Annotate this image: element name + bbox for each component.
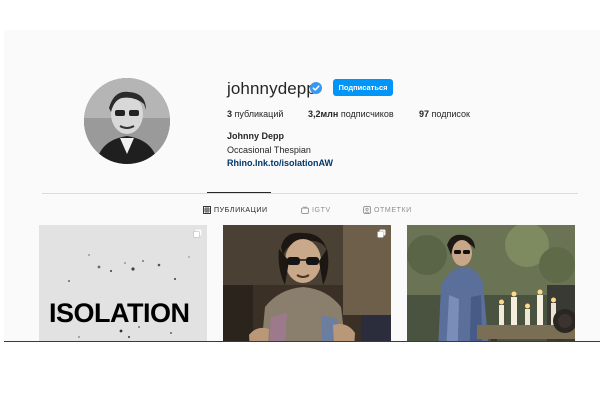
carousel-icon xyxy=(193,229,202,238)
follow-button[interactable]: Подписаться xyxy=(333,79,393,96)
igtv-icon xyxy=(301,206,309,214)
tab-tagged-label: ОТМЕТКИ xyxy=(374,206,412,214)
tab-igtv[interactable]: IGTV xyxy=(301,206,331,214)
full-name: Johnny Depp xyxy=(227,131,285,141)
tab-posts-label: ПУБЛИКАЦИИ xyxy=(214,206,268,214)
post-image xyxy=(407,225,575,341)
post-thumbnail[interactable] xyxy=(223,225,391,341)
profile-link[interactable]: Rhino.lnk.to/isolationAW xyxy=(227,158,333,168)
stat-followers-label: подписчиков xyxy=(340,109,394,119)
tab-tagged[interactable]: ОТМЕТКИ xyxy=(363,206,412,214)
tab-posts[interactable]: ПУБЛИКАЦИИ xyxy=(203,206,268,214)
post-thumbnail[interactable] xyxy=(407,225,575,341)
bio: Occasional Thespian xyxy=(227,145,311,155)
grid-icon xyxy=(203,206,211,214)
page: johnnydepp Подписаться 3 публикаций 3,2м… xyxy=(0,0,600,400)
stat-following-label: подписок xyxy=(431,109,470,119)
tag-icon xyxy=(363,206,371,214)
post-image xyxy=(223,225,391,341)
stat-posts-label: публикаций xyxy=(234,109,284,119)
stat-followers-value: 3,2млн xyxy=(308,109,339,119)
profile-tabs: ПУБЛИКАЦИИ IGTV ОТМЕТКИ xyxy=(4,206,600,218)
stat-posts-value: 3 xyxy=(227,109,233,119)
stat-following-value: 97 xyxy=(419,109,430,119)
active-tab-indicator xyxy=(207,192,271,193)
stat-posts[interactable]: 3 публикаций xyxy=(227,109,283,119)
stat-following[interactable]: 97 подписок xyxy=(419,109,470,119)
post-thumbnail[interactable]: ISOLATION xyxy=(39,225,207,341)
stat-followers[interactable]: 3,2млн подписчиков xyxy=(308,109,394,119)
avatar-photo xyxy=(84,78,170,164)
tab-igtv-label: IGTV xyxy=(312,206,331,214)
avatar[interactable] xyxy=(84,78,170,164)
tabs-divider xyxy=(42,193,578,194)
profile-screen: johnnydepp Подписаться 3 публикаций 3,2м… xyxy=(4,30,600,342)
username: johnnydepp xyxy=(227,79,316,98)
post-overlay-text: ISOLATION xyxy=(49,298,190,328)
verified-badge-icon xyxy=(310,82,322,94)
carousel-icon xyxy=(377,229,386,238)
